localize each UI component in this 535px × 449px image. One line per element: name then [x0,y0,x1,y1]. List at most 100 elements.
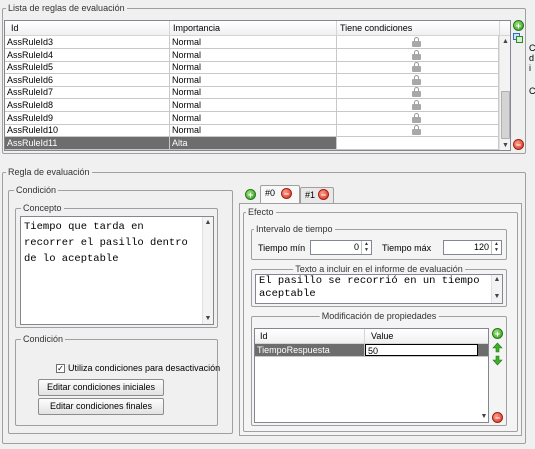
rule-conditions-cell [337,73,499,86]
tab-effect-0-label: #0 [265,188,276,198]
rule-id-cell: AssRuleId10 [5,124,170,137]
lock-icon [412,100,421,110]
rule-conditions-cell [337,124,499,137]
rule-importance-cell: Normal [170,124,337,137]
lock-icon [412,62,421,73]
scroll-thumb[interactable] [501,91,510,139]
rule-importance-cell: Normal [170,86,337,99]
properties-table: Id Value TiempoRespuesta 50 ▼ [254,328,489,423]
scroll-down-icon[interactable]: ▼ [203,313,213,324]
add-effect-icon[interactable]: + [245,189,256,200]
tab-effect-0[interactable]: #0 [260,185,300,203]
concept-textarea[interactable]: Tiempo que tarda en recorrer el pasillo … [20,216,214,325]
table-row[interactable]: AssRuleId8 Normal [5,99,499,112]
property-row[interactable]: TiempoRespuesta 50 [255,344,488,357]
table-row[interactable]: AssRuleId4 Normal [5,48,499,62]
scroll-down-icon[interactable]: ▼ [492,292,502,302]
scroll-up-icon[interactable]: ▲ [500,36,510,47]
rule-id-cell: AssRuleId11 [5,136,170,149]
rule-title: Regla de evaluación [6,167,92,178]
table-row[interactable]: AssRuleId6 Normal [5,73,499,87]
column-header-id[interactable]: Id [5,21,170,36]
side-label-4: C [529,86,535,96]
rule-importance-cell: Normal [170,99,337,111]
min-time-label: Tiempo mín [258,243,306,253]
remove-rule-icon[interactable]: − [513,139,524,150]
edit-initial-conditions-button[interactable]: Editar condiciones iniciales [38,379,164,396]
move-down-icon[interactable] [492,355,503,366]
concept-scrollbar[interactable]: ▲ ▼ [202,217,213,324]
rules-table-scrollbar[interactable]: ▲ ▼ [499,36,510,150]
scroll-up-icon[interactable]: ▲ [492,275,502,285]
rule-id-cell: AssRuleId6 [5,73,170,86]
spinner-arrows-icon[interactable]: ▲ ▼ [361,241,371,254]
rules-list-title: Lista de reglas de evaluación [6,3,127,14]
add-rule-icon[interactable]: + [513,20,524,31]
table-row[interactable]: AssRuleId5 Normal [5,61,499,75]
side-label-1: C [529,43,535,53]
rule-conditions-cell [337,136,499,149]
rule-id-cell: AssRuleId8 [5,99,170,111]
lock-icon [412,37,421,47]
rule-id-cell: AssRuleId9 [5,111,170,124]
effect-title: Efecto [246,207,276,218]
rule-id-cell: AssRuleId7 [5,86,170,99]
rule-conditions-cell [337,48,499,61]
deactivation-checkbox-label: Utiliza condiciones para desactivación [68,363,221,373]
rule-importance-cell: Normal [170,48,337,61]
property-id-cell: TiempoRespuesta [255,344,365,356]
rule-id-cell: AssRuleId3 [5,36,170,48]
scroll-down-icon[interactable]: ▼ [500,140,510,150]
rule-importance-cell: Normal [170,73,337,86]
close-tab-0-icon[interactable]: − [281,188,292,199]
property-value-text: 50 [368,346,379,356]
remove-property-icon[interactable]: − [492,412,503,423]
condition-outer-title: Condición [14,185,59,196]
rules-table: Id Importancia Tiene condiciones AssRule… [4,20,511,151]
add-property-icon[interactable]: + [492,328,503,339]
min-time-value: 0 [353,242,359,252]
edit-final-conditions-button[interactable]: Editar condiciones finales [38,398,164,415]
table-row[interactable]: AssRuleId9 Normal [5,111,499,125]
properties-table-header: Id Value [255,329,488,344]
rule-conditions-cell [337,99,499,111]
deactivation-checkbox[interactable]: ✓ [56,364,65,373]
column-header-prop-id[interactable]: Id [255,329,365,344]
lock-icon [412,49,421,60]
report-textarea[interactable]: El pasillo se recorrió en un tiempo acep… [255,274,503,304]
table-row[interactable]: AssRuleId3 Normal [5,36,499,49]
table-row[interactable]: AssRuleId11 Alta [5,136,499,150]
rule-conditions-cell [337,111,499,124]
column-header-importance[interactable]: Importancia [170,21,337,36]
rule-id-cell: AssRuleId5 [5,61,170,74]
move-up-icon[interactable] [492,342,503,353]
lock-icon [412,112,421,123]
rule-id-cell: AssRuleId4 [5,48,170,61]
rules-table-header: Id Importancia Tiene condiciones [5,21,510,36]
properties-title: Modificación de propiedades [319,311,439,322]
rule-importance-cell: Normal [170,111,337,124]
min-time-spinner[interactable]: 0 ▲ ▼ [310,240,372,255]
property-value-editor[interactable]: 50 [365,344,478,356]
rule-conditions-cell [337,36,499,48]
scroll-down-icon[interactable]: ▼ [479,411,488,422]
scroll-up-icon[interactable]: ▲ [203,217,213,228]
table-row[interactable]: AssRuleId10 Normal [5,124,499,138]
side-label-3: i [529,63,531,73]
rule-importance-cell: Normal [170,61,337,74]
duplicate-rule-icon[interactable] [513,33,524,44]
rule-conditions-cell [337,86,499,99]
side-label-2: d [529,53,535,63]
close-tab-1-icon[interactable]: − [318,189,329,200]
spinner-arrows-icon[interactable]: ▲ ▼ [491,241,501,254]
report-scrollbar[interactable]: ▲ ▼ [491,275,502,303]
column-header-has-conditions[interactable]: Tiene condiciones [337,21,500,36]
tab-effect-1-label: #1 [305,190,316,200]
concept-title: Concepto [21,203,64,214]
lock-icon [412,87,421,98]
max-time-value: 120 [473,242,489,252]
lock-icon [412,125,421,136]
table-row[interactable]: AssRuleId7 Normal [5,86,499,100]
column-header-prop-value[interactable]: Value [365,329,488,344]
max-time-spinner[interactable]: 120 ▲ ▼ [443,240,502,255]
